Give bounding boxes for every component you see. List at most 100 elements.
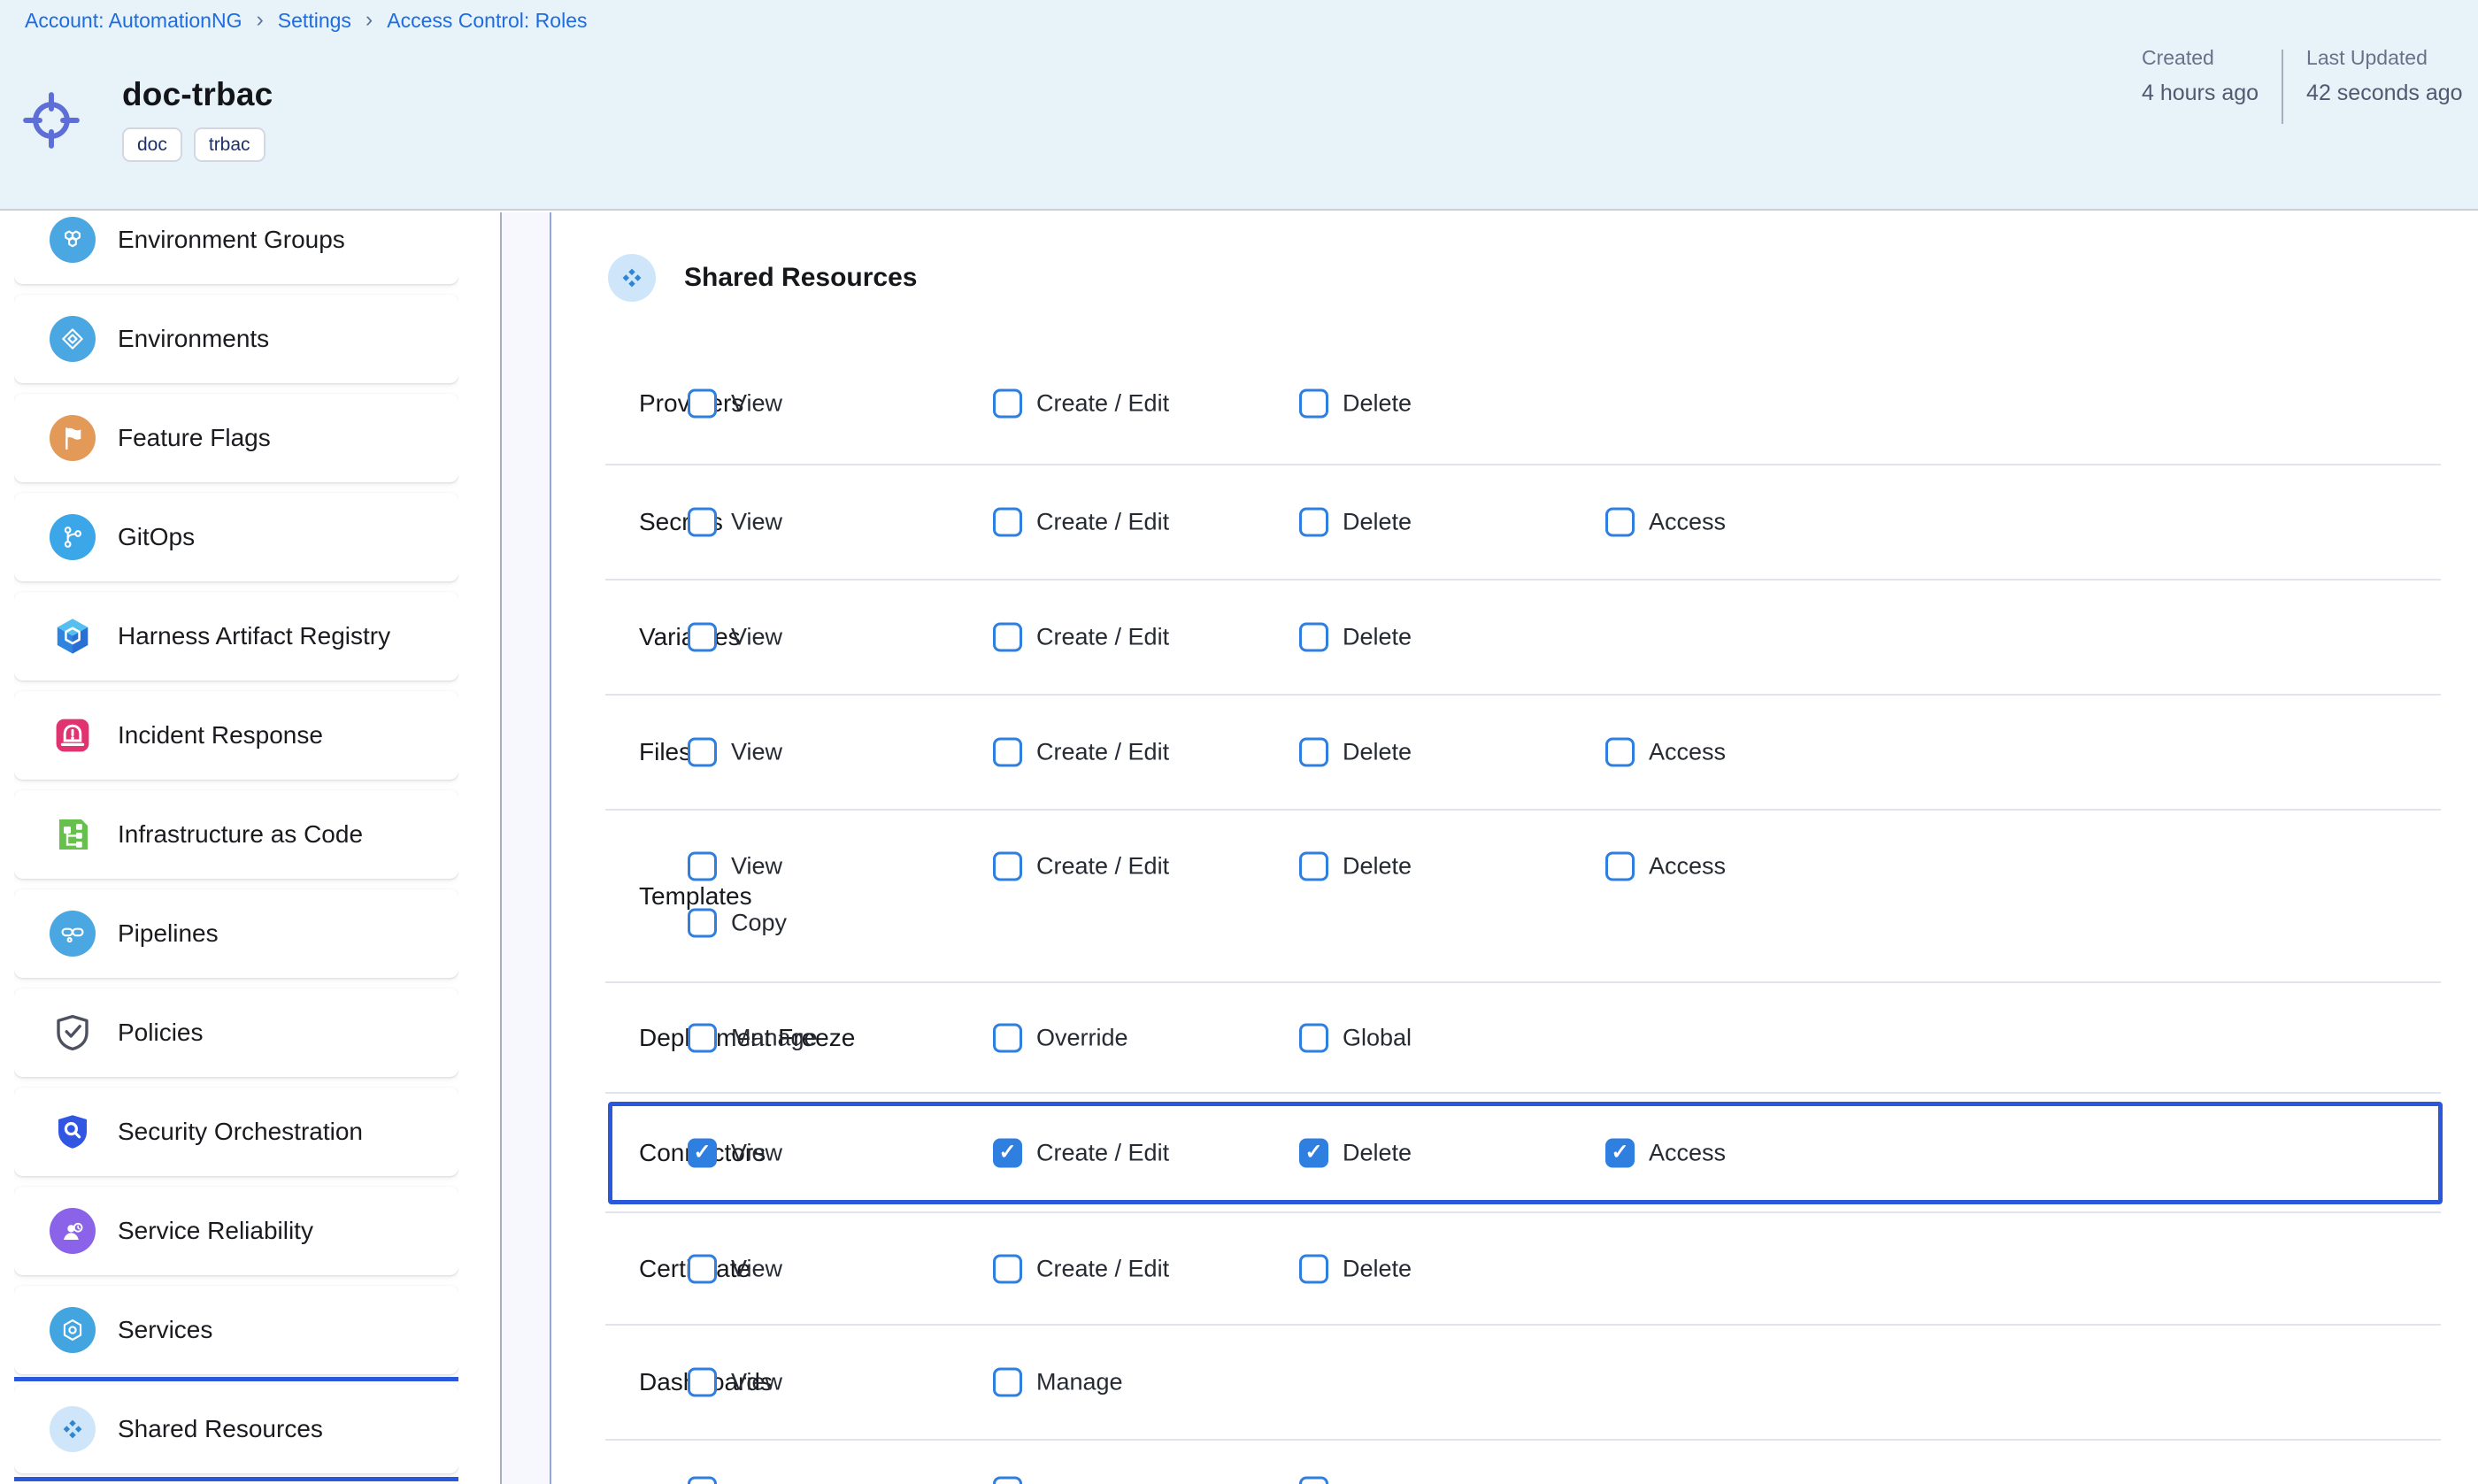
checkbox-override-deployment-freeze[interactable]	[993, 1023, 1022, 1052]
checkbox-delete-providers[interactable]	[1299, 389, 1328, 419]
infrastructure-as-code-icon	[50, 811, 96, 857]
panel-splitter[interactable]	[500, 212, 551, 1484]
checkbox-unlabeled[interactable]	[1299, 1477, 1328, 1484]
chevron-right-icon: ›	[366, 7, 373, 33]
sidebar-item-service-reliability[interactable]: Service Reliability	[14, 1187, 458, 1275]
checkbox-access-connectors[interactable]	[1605, 1138, 1635, 1167]
checkbox-create-edit-certificate[interactable]	[993, 1254, 1022, 1283]
checkbox-manage-deployment-freeze[interactable]	[688, 1023, 717, 1052]
sidebar-item-feature-flags[interactable]: Feature Flags	[14, 394, 458, 482]
permission-label: Delete	[1343, 1255, 1412, 1282]
checkbox-access-files[interactable]	[1605, 738, 1635, 767]
permission-cell: Create / Edit	[993, 508, 1169, 537]
checkbox-delete-connectors[interactable]	[1299, 1138, 1328, 1167]
permission-label: Access	[1649, 739, 1726, 766]
checkbox-create-edit-variables[interactable]	[993, 623, 1022, 652]
checkbox-view-certificate[interactable]	[688, 1254, 717, 1283]
sidebar-item-shared-resources[interactable]: Shared Resources	[14, 1385, 458, 1473]
permission-cell: View	[688, 852, 782, 881]
checkbox-view-templates[interactable]	[688, 852, 717, 881]
breadcrumb-settings[interactable]: Settings	[278, 9, 351, 33]
permission-cell: Create / Edit	[993, 623, 1169, 652]
checkbox-delete-files[interactable]	[1299, 738, 1328, 767]
permission-label: Create / Edit	[1036, 853, 1169, 880]
checkbox-delete-variables[interactable]	[1299, 623, 1328, 652]
checkbox-unlabeled[interactable]	[993, 1477, 1022, 1484]
environment-groups-icon	[50, 217, 96, 263]
permission-cell: Override	[993, 1023, 1128, 1052]
permission-row-secrets: SecretsViewCreate / EditDeleteAccess	[555, 465, 2478, 579]
sidebar-item-policies[interactable]: Policies	[14, 988, 458, 1077]
role-meta: Created 4 hours ago Last Updated 42 seco…	[2142, 46, 2463, 124]
checkbox-view-dashboards[interactable]	[688, 1368, 717, 1397]
breadcrumb-account[interactable]: Account: AutomationNG	[25, 9, 242, 33]
permission-label: View	[731, 1369, 782, 1396]
last-updated-label: Last Updated	[2306, 46, 2463, 70]
permission-label: Access	[1649, 509, 1726, 536]
checkbox-create-edit-files[interactable]	[993, 738, 1022, 767]
sidebar-item-infrastructure-as-code[interactable]: Infrastructure as Code	[14, 790, 458, 879]
sidebar-item-environment-groups[interactable]: Environment Groups	[14, 212, 458, 284]
sidebar-item-label: Environment Groups	[118, 226, 345, 254]
permission-label: Create / Edit	[1036, 509, 1169, 536]
checkbox-manage-dashboards[interactable]	[993, 1368, 1022, 1397]
permission-cell: Global	[1299, 1023, 1412, 1052]
gitops-icon	[50, 514, 96, 560]
permission-label: Delete	[1343, 1139, 1412, 1166]
permission-label: Create / Edit	[1036, 390, 1169, 418]
checkbox-view-providers[interactable]	[688, 389, 717, 419]
sidebar-item-security-orchestration[interactable]: Security Orchestration	[14, 1088, 458, 1176]
sidebar-item-incident-response[interactable]: Incident Response	[14, 691, 458, 780]
meta-divider	[2282, 50, 2283, 124]
created-label: Created	[2142, 46, 2259, 70]
permission-label: Delete	[1343, 624, 1412, 651]
permission-label: Create / Edit	[1036, 1255, 1169, 1282]
permission-row-files: FilesViewCreate / EditDeleteAccess	[555, 696, 2478, 809]
checkbox-global-deployment-freeze[interactable]	[1299, 1023, 1328, 1052]
permission-cell: View	[688, 1368, 782, 1397]
checkbox-view-connectors[interactable]	[688, 1138, 717, 1167]
checkbox-view-secrets[interactable]	[688, 508, 717, 537]
shared-resources-icon	[608, 254, 656, 302]
permission-cell: Manage	[993, 1368, 1123, 1397]
permission-label: Access	[1649, 1139, 1726, 1166]
permission-cell: Access	[1605, 738, 1726, 767]
permission-label: View	[731, 739, 782, 766]
permission-cell: Delete	[1299, 852, 1412, 881]
checkbox-create-edit-templates[interactable]	[993, 852, 1022, 881]
sidebar-item-environments[interactable]: Environments	[14, 295, 458, 383]
permission-cell: Manage	[688, 1023, 818, 1052]
checkbox-view-variables[interactable]	[688, 623, 717, 652]
security-orchestration-icon	[50, 1109, 96, 1155]
checkbox-copy-templates[interactable]	[688, 909, 717, 938]
sidebar-item-pipelines[interactable]: Pipelines	[14, 889, 458, 978]
sidebar-item-services[interactable]: Services	[14, 1286, 458, 1374]
shared-resources-icon	[50, 1406, 96, 1452]
checkbox-view-files[interactable]	[688, 738, 717, 767]
checkbox-create-edit-providers[interactable]	[993, 389, 1022, 419]
sidebar-item-label: Security Orchestration	[118, 1118, 363, 1146]
permission-row-dashboards: DashboardsViewManage	[555, 1326, 2478, 1439]
checkbox-unlabeled[interactable]	[688, 1477, 717, 1484]
sidebar-item-gitops[interactable]: GitOps	[14, 493, 458, 581]
checkbox-access-templates[interactable]	[1605, 852, 1635, 881]
permission-cell: View	[688, 738, 782, 767]
sidebar-item-label: GitOps	[118, 523, 195, 551]
checkbox-create-edit-connectors[interactable]	[993, 1138, 1022, 1167]
permission-label: Delete	[1343, 509, 1412, 536]
checkbox-create-edit-secrets[interactable]	[993, 508, 1022, 537]
sidebar-item-label: Feature Flags	[118, 424, 271, 452]
breadcrumb-access-control-roles[interactable]: Access Control: Roles	[387, 9, 587, 33]
pipelines-icon	[50, 911, 96, 957]
permission-label: Manage	[1036, 1369, 1123, 1396]
sidebar-item-harness-artifact-registry[interactable]: Harness Artifact Registry	[14, 592, 458, 680]
checkbox-access-secrets[interactable]	[1605, 508, 1635, 537]
permission-cell: Create / Edit	[993, 1138, 1169, 1167]
checkbox-delete-templates[interactable]	[1299, 852, 1328, 881]
incident-response-icon	[50, 712, 96, 758]
checkbox-delete-certificate[interactable]	[1299, 1254, 1328, 1283]
checkbox-delete-secrets[interactable]	[1299, 508, 1328, 537]
tag-trbac: trbac	[194, 127, 266, 162]
permission-row-variables: VariablesViewCreate / EditDelete	[555, 581, 2478, 694]
permission-label: Global	[1343, 1024, 1412, 1051]
